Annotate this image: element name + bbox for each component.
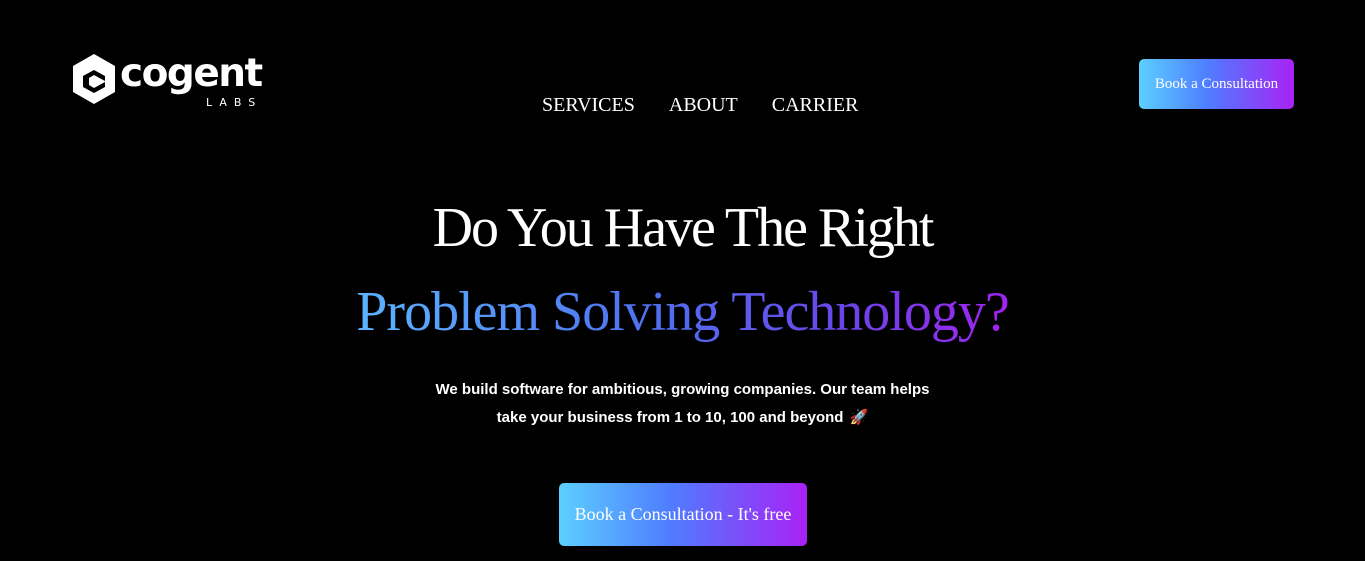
logo-subtext: LABS [206, 96, 263, 109]
main-nav: SERVICES ABOUT CARRIER [542, 94, 858, 117]
nav-link-about[interactable]: ABOUT [669, 94, 738, 116]
nav-link-carrier[interactable]: CARRIER [772, 94, 859, 116]
logo-text: cogent LABS [120, 51, 263, 112]
logo-wordmark: cogent [120, 51, 263, 96]
hero-description-line-2: take your business from 1 to 10, 100 and… [0, 404, 1365, 432]
nav-item-about: ABOUT [669, 94, 738, 117]
hero-description-line-1: We build software for ambitious, growing… [435, 381, 930, 398]
nav-item-services: SERVICES [542, 94, 635, 117]
hero-description: We build software for ambitious, growing… [0, 376, 1365, 432]
hero-description-line-2-text: take your business from 1 to 10, 100 and… [496, 409, 844, 426]
rocket-icon: 🚀 [849, 409, 869, 426]
hero-subtitle-text: Problem Solving Technology? [356, 281, 1009, 343]
nav-link-services[interactable]: SERVICES [542, 94, 635, 116]
nav-item-carrier: CARRIER [772, 94, 859, 117]
hero-subtitle: Problem Solving Technology? [0, 281, 1365, 344]
book-consultation-free-button[interactable]: Book a Consultation - It's free [559, 483, 807, 546]
hero-title: Do You Have The Right [432, 197, 935, 259]
cogent-logo-icon [73, 54, 115, 104]
book-consultation-button[interactable]: Book a Consultation [1139, 59, 1294, 109]
logo[interactable]: cogent LABS [71, 51, 263, 112]
